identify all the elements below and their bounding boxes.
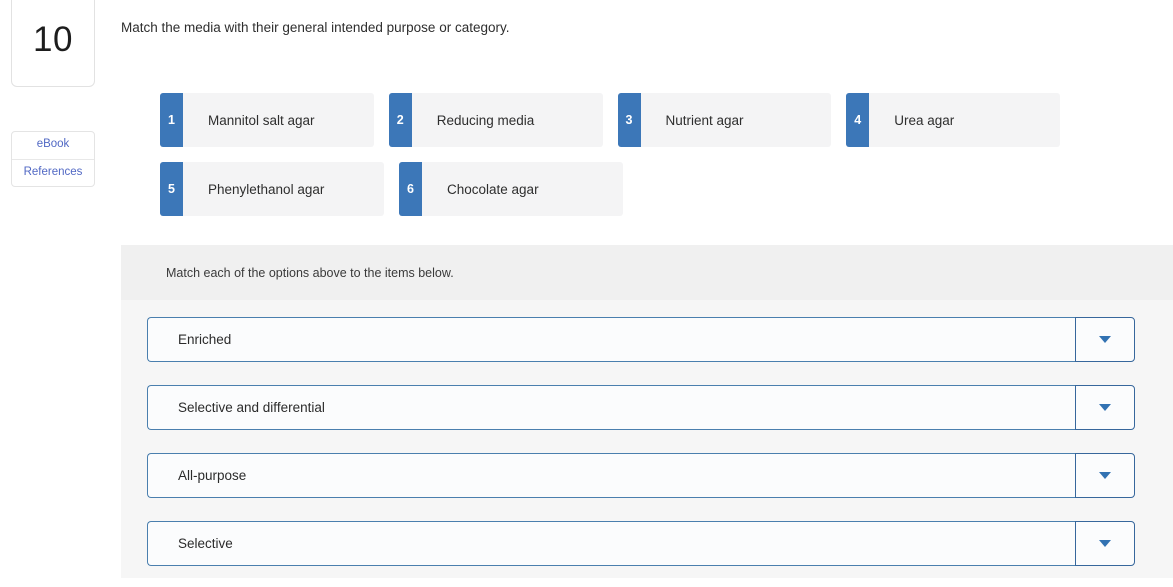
option-tile-1[interactable]: 1 Mannitol salt agar <box>160 93 374 147</box>
match-instruction: Match each of the options above to the i… <box>166 265 454 280</box>
answer-row-3: All-purpose <box>147 453 1135 498</box>
answer-dropdown-toggle-1[interactable] <box>1075 317 1135 362</box>
answer-list: Enriched Selective and differential All-… <box>121 300 1173 566</box>
answer-select-enriched[interactable]: Enriched <box>147 317 1075 362</box>
answer-select-selective-and-differential[interactable]: Selective and differential <box>147 385 1075 430</box>
option-label-3: Nutrient agar <box>665 112 744 128</box>
option-tile-5[interactable]: 5 Phenylethanol agar <box>160 162 384 216</box>
option-label-5: Phenylethanol agar <box>208 181 325 197</box>
option-number-1: 1 <box>160 93 183 147</box>
option-number-4: 4 <box>846 93 870 147</box>
option-tile-3[interactable]: 3 Nutrient agar <box>617 93 832 147</box>
caret-down-icon <box>1099 540 1111 547</box>
caret-down-icon <box>1099 336 1111 343</box>
option-number-2: 2 <box>388 93 412 147</box>
answer-row-2: Selective and differential <box>147 385 1135 430</box>
options-grid: 1 Mannitol salt agar 2 Reducing media 3 … <box>160 93 1060 231</box>
option-label-2: Reducing media <box>436 112 535 128</box>
answer-panel-header: Match each of the options above to the i… <box>121 245 1173 300</box>
option-tile-2[interactable]: 2 Reducing media <box>388 93 603 147</box>
caret-down-icon <box>1099 472 1111 479</box>
option-tile-4[interactable]: 4 Urea agar <box>846 93 1060 147</box>
question-prompt: Match the media with their general inten… <box>121 20 510 35</box>
options-row-2: 5 Phenylethanol agar 6 Chocolate agar <box>160 162 1060 216</box>
option-number-6: 6 <box>399 162 422 216</box>
options-row-1: 1 Mannitol salt agar 2 Reducing media 3 … <box>160 93 1060 147</box>
answer-select-selective[interactable]: Selective <box>147 521 1075 566</box>
option-tile-6[interactable]: 6 Chocolate agar <box>399 162 623 216</box>
answer-panel: Match each of the options above to the i… <box>121 245 1173 578</box>
answer-dropdown-toggle-2[interactable] <box>1075 385 1135 430</box>
answer-dropdown-toggle-3[interactable] <box>1075 453 1135 498</box>
caret-down-icon <box>1099 404 1111 411</box>
option-label-6: Chocolate agar <box>447 181 539 197</box>
option-label-4: Urea agar <box>894 112 955 128</box>
answer-row-4: Selective <box>147 521 1135 566</box>
option-number-5: 5 <box>160 162 183 216</box>
option-label-1: Mannitol salt agar <box>208 112 315 128</box>
answer-dropdown-toggle-4[interactable] <box>1075 521 1135 566</box>
answer-select-all-purpose[interactable]: All-purpose <box>147 453 1075 498</box>
main-content: Match the media with their general inten… <box>0 0 1173 587</box>
option-number-3: 3 <box>617 93 641 147</box>
answer-row-1: Enriched <box>147 317 1135 362</box>
